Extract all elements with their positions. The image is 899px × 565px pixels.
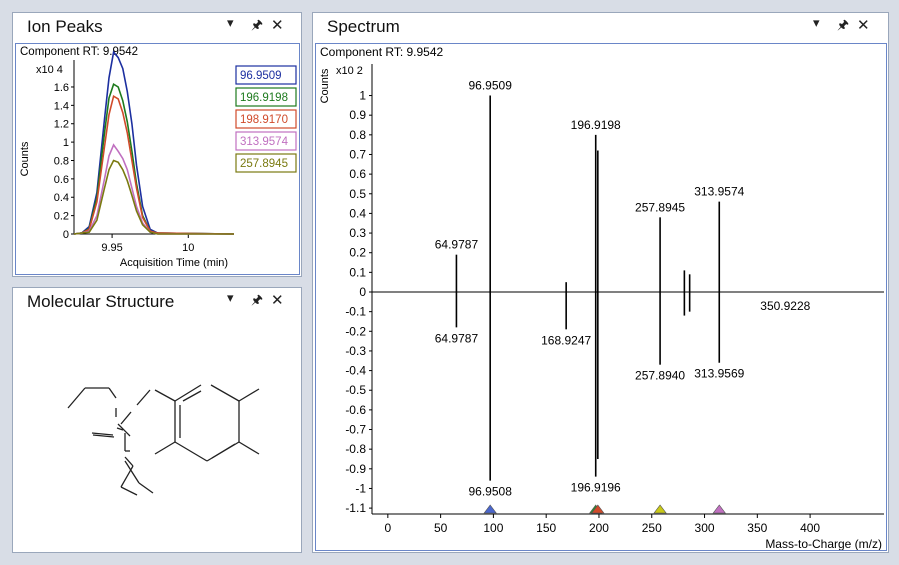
spectrum-plot-frame: Component RT: 9.9542 Counts x10 2 1 0.9 0.8 0.…: [315, 43, 887, 551]
pin-icon[interactable]: 🖈: [251, 16, 263, 38]
peak-label: 96.9508: [468, 485, 512, 499]
y-tick-label: -0.5: [345, 383, 366, 397]
y-tick-label: 0.8: [54, 155, 69, 167]
y-multiplier-label: x10 4: [36, 64, 63, 76]
y-tick-label: 0: [63, 229, 69, 241]
close-icon[interactable]: ✕: [271, 291, 284, 309]
y-tick-label: 0.8: [349, 128, 366, 142]
y-axis-label: Counts: [319, 68, 331, 103]
component-rt-label: Component RT: 9.9542: [20, 46, 138, 58]
y-tick-label: -0.6: [345, 403, 366, 417]
peak-label: 196.9196: [571, 481, 621, 495]
pin-icon[interactable]: 🖈: [837, 16, 849, 38]
y-tick-label: 0.7: [349, 147, 366, 161]
y-tick-label: -0.9: [345, 462, 366, 476]
ion-peaks-chart: Component RT: 9.9542 Counts x10 4 0 0.2 0.4 0.…: [19, 46, 297, 269]
legend-entry: 198.9170: [240, 114, 288, 126]
x-tick-label: 150: [536, 521, 556, 535]
y-tick-label: 0.6: [349, 167, 366, 181]
peak-label: 168.9247: [541, 333, 591, 347]
y-tick-label: 1.6: [54, 82, 69, 94]
peak-label: 257.8945: [635, 200, 685, 214]
y-axis-label: Counts: [19, 141, 31, 176]
x-axis-label: Mass-to-Charge (m/z): [765, 537, 882, 550]
peak-label: 313.9574: [694, 185, 744, 199]
peak-label: 196.9198: [571, 118, 621, 132]
close-icon[interactable]: ✕: [857, 16, 870, 34]
y-tick-label: 0.6: [54, 174, 69, 186]
peak-label: 257.8940: [635, 369, 685, 383]
peak-label: 64.9787: [435, 331, 479, 345]
legend-entry: 313.9574: [240, 136, 289, 148]
peak-label: 96.9509: [468, 79, 512, 93]
x-tick-label: 350: [747, 521, 767, 535]
close-icon[interactable]: ✕: [271, 16, 284, 34]
y-tick-label: -0.1: [345, 305, 366, 319]
x-tick-label: 100: [483, 521, 503, 535]
x-tick-label: 300: [695, 521, 715, 535]
spectrum-title: Spectrum: [327, 17, 400, 36]
legend-entry: 257.8945: [240, 158, 288, 170]
x-tick-label: 9.95: [101, 242, 122, 254]
component-rt-label: Component RT: 9.9542: [320, 45, 444, 59]
y-tick-label: 0.1: [349, 265, 366, 279]
x-tick-label: 10: [182, 242, 194, 254]
molecular-structure-drawing: [67, 384, 260, 496]
y-tick-label: -1: [355, 481, 366, 495]
y-tick-label: 0.9: [349, 108, 366, 122]
y-tick-label: 1.2: [54, 119, 69, 131]
legend-entry: 196.9198: [240, 92, 288, 104]
peak-label: 313.9569: [694, 367, 744, 381]
y-multiplier-label: x10 2: [336, 65, 363, 77]
x-tick-label: 0: [384, 521, 391, 535]
dropdown-icon[interactable]: ▾: [813, 16, 820, 31]
y-tick-label: 1.4: [54, 100, 69, 112]
y-tick-label: 1: [63, 137, 69, 149]
dropdown-icon[interactable]: ▾: [227, 291, 234, 306]
y-tick-label: -0.2: [345, 324, 366, 338]
ion-peaks-plot-frame: Component RT: 9.9542 Counts x10 4 0 0.2 0.4 0.…: [15, 43, 300, 275]
pin-icon[interactable]: 🖈: [251, 291, 263, 313]
molecular-structure-panel: Molecular Structure ▾ 🖈 ✕: [12, 287, 302, 553]
spectrum-panel: Spectrum ▾ 🖈 ✕ Component RT: 9.9542 Count…: [312, 12, 889, 553]
y-tick-label: 1: [359, 89, 366, 103]
y-tick-label: -1.1: [345, 501, 366, 515]
x-tick-label: 200: [589, 521, 609, 535]
precursor-marker: [653, 504, 667, 514]
peak-label: 350.9228: [760, 299, 810, 313]
x-axis-label: Acquisition Time (min): [120, 257, 228, 269]
precursor-marker: [712, 504, 726, 514]
y-tick-label: 0.2: [54, 211, 69, 223]
y-tick-label: 0.5: [349, 187, 366, 201]
y-tick-label: 0.4: [54, 192, 69, 204]
x-tick-label: 400: [800, 521, 820, 535]
precursor-marker: [483, 504, 497, 514]
y-tick-label: -0.8: [345, 442, 366, 456]
y-tick-label: 0.4: [349, 206, 366, 220]
molecular-structure-title: Molecular Structure: [27, 292, 175, 311]
peak-label: 64.9787: [435, 238, 479, 252]
y-tick-label: 0.3: [349, 226, 366, 240]
x-tick-label: 250: [642, 521, 662, 535]
legend-entry: 96.9509: [240, 70, 282, 82]
y-tick-label: -0.3: [345, 344, 366, 358]
x-tick-label: 50: [434, 521, 448, 535]
y-tick-label: -0.4: [345, 364, 366, 378]
y-tick-label: -0.7: [345, 423, 366, 437]
y-tick-label: 0: [359, 285, 366, 299]
y-tick-label: 0.2: [349, 246, 366, 260]
ion-peaks-panel: Ion Peaks ▾ 🖈 ✕ Component RT: 9.9542 Coun…: [12, 12, 302, 277]
dropdown-icon[interactable]: ▾: [227, 16, 234, 31]
spectrum-chart: Component RT: 9.9542 Counts x10 2 1 0.9 0.8 0.…: [319, 45, 884, 551]
ion-peaks-title: Ion Peaks: [27, 17, 103, 36]
